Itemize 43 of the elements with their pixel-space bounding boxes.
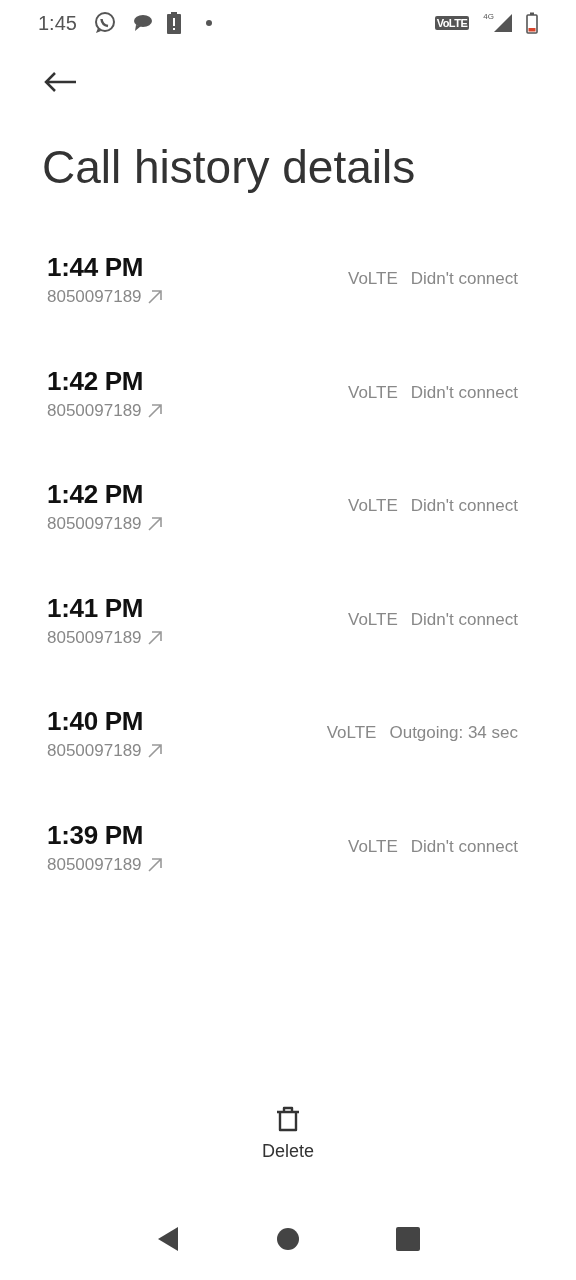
network-label: VoLTE [348, 836, 398, 858]
network-label: VoLTE [348, 269, 398, 290]
call-time: 1:44 PM [47, 252, 145, 283]
phone-number: 8050097189 [47, 741, 142, 761]
chat-icon [92, 11, 117, 35]
outgoing-arrow-icon [147, 290, 162, 304]
outgoing-arrow-icon [147, 517, 162, 531]
volte-badge: VoLTE [434, 16, 470, 30]
phone-number: 8050097189 [47, 854, 142, 875]
call-status: Didn't connect [410, 269, 518, 290]
back-nav-icon[interactable] [156, 1226, 180, 1252]
trash-icon [274, 1105, 302, 1133]
phone-number: 8050097189 [47, 400, 142, 421]
page-title: Call history details [42, 140, 417, 194]
network-label: VoLTE [348, 609, 398, 631]
outgoing-arrow-icon [147, 630, 162, 645]
outgoing-arrow-icon [147, 744, 162, 758]
call-time: 1:42 PM [47, 365, 145, 397]
network-label: VoLTE [348, 382, 398, 404]
phone-number: 8050097189 [47, 627, 142, 648]
outgoing-arrow-icon [147, 857, 162, 872]
phone-number: 8050097189 [47, 514, 142, 534]
dot-icon [204, 19, 213, 27]
call-status: Outgoing: 34 sec [389, 723, 518, 744]
phone-number: 8050097189 [47, 287, 142, 307]
delete-button[interactable]: Delete [254, 1101, 322, 1166]
network-label: VoLTE [326, 723, 377, 744]
call-time: 1:39 PM [47, 819, 145, 851]
network-type: 4G [483, 12, 494, 21]
home-nav-icon[interactable] [276, 1227, 300, 1251]
alert-icon [166, 12, 181, 34]
signal-icon [494, 14, 512, 32]
call-time: 1:41 PM [47, 592, 145, 624]
network-label: VoLTE [348, 496, 398, 517]
battery-icon [526, 12, 538, 34]
call-time: 1:42 PM [47, 479, 145, 510]
call-status: Didn't connect [410, 609, 518, 631]
call-status: Didn't connect [410, 836, 518, 858]
call-status: Didn't connect [410, 496, 518, 517]
outgoing-arrow-icon [147, 403, 162, 418]
call-time: 1:40 PM [47, 706, 145, 737]
call-status: Didn't connect [410, 382, 518, 404]
status-time: 1:45 [38, 11, 77, 35]
